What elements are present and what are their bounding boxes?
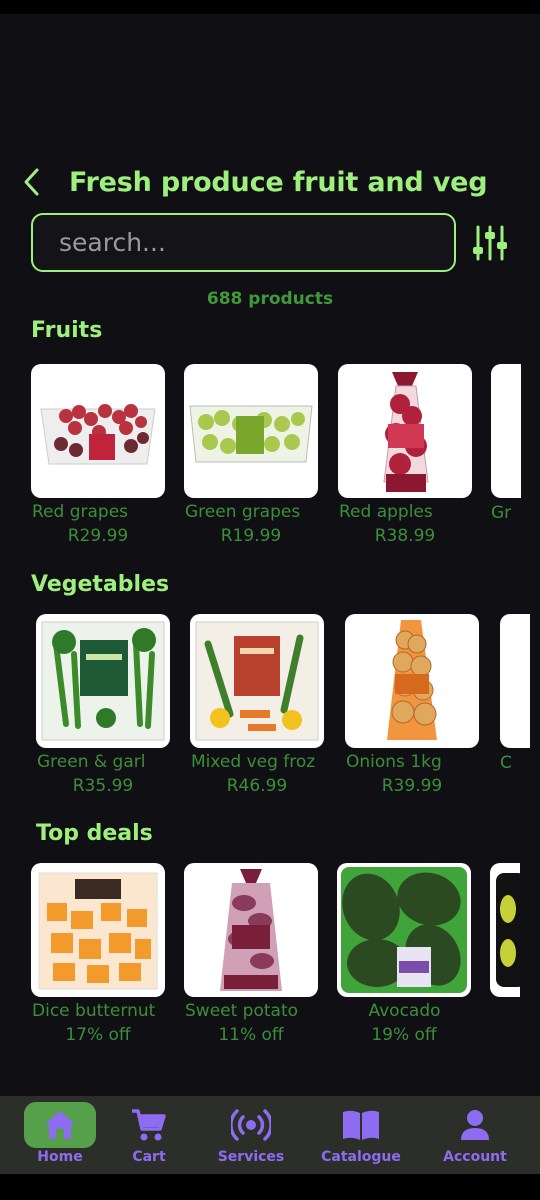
home-icon [45,1111,75,1139]
product-card-green-garlic[interactable]: Green & garl R35.99 [36,614,170,796]
product-card-avocado[interactable]: Avocado 19% off [337,863,471,1045]
cart-icon [132,1109,166,1141]
top-deals-row: Dice butternut 17% off Sweet potato 11% … [0,863,540,1063]
nav-label: Account [443,1149,507,1165]
product-name: Green grapes [185,502,301,522]
product-price: R46.99 [226,776,288,796]
product-name: Avocado [368,1001,441,1021]
product-card-partial[interactable] [491,364,521,498]
search-input[interactable] [33,215,454,270]
product-image [184,863,318,997]
back-icon[interactable] [22,167,44,197]
product-image [345,614,479,748]
product-name: Sweet potato [185,1001,299,1021]
product-price: R38.99 [374,526,436,546]
product-card-green-grapes[interactable]: Green grapes R19.99 [184,364,318,546]
section-title-top-deals: Top deals [36,821,153,846]
product-discount: 19% off [371,1025,437,1045]
nav-label: Home [37,1149,83,1165]
product-price: R29.99 [67,526,129,546]
product-card-partial[interactable] [490,863,520,997]
product-count: 688 products [206,289,334,309]
product-name: Red apples [339,502,433,522]
vegetables-row: Green & garl R35.99 Mixed veg froz R46.9… [0,614,540,814]
product-name: Mixed veg froz [191,752,316,772]
section-title-fruits: Fruits [31,318,103,343]
product-name: Green & garl [37,752,146,772]
nav-label: Cart [132,1149,166,1165]
app-screen: Fresh produce fruit and veg 688 products… [0,14,540,1174]
nav-catalogue[interactable]: Catalogue [311,1096,411,1174]
product-card-red-grapes[interactable]: Red grapes R29.99 [31,364,165,546]
product-name-partial: Gr [491,503,512,523]
product-name: Red grapes [32,502,129,522]
product-name: Onions 1kg [346,752,442,772]
page-header: Fresh produce fruit and veg [22,164,530,200]
account-icon [461,1110,489,1140]
nav-cart[interactable]: Cart [99,1096,199,1174]
product-card-red-apples[interactable]: Red apples R38.99 [338,364,472,546]
page-title: Fresh produce fruit and veg [69,166,488,198]
nav-label: Services [217,1149,285,1165]
fruits-row: Red grapes R29.99 Green grapes R19.99 Re… [0,364,540,564]
product-name: Dice butternut [32,1001,156,1021]
product-image [337,863,471,997]
section-title-vegetables: Vegetables [31,572,170,597]
catalogue-icon [343,1110,379,1140]
nav-home-highlight [24,1102,96,1148]
product-card-mixed-veg[interactable]: Mixed veg froz R46.99 [190,614,324,796]
product-card-onions[interactable]: Onions 1kg R39.99 [345,614,479,796]
nav-home[interactable]: Home [10,1096,110,1174]
product-image [338,364,472,498]
product-card-dice-butternut[interactable]: Dice butternut 17% off [31,863,165,1045]
services-icon [231,1109,271,1141]
product-price: R19.99 [220,526,282,546]
product-image [31,364,165,498]
filter-sliders-icon[interactable] [472,223,508,263]
nav-label: Catalogue [321,1149,401,1165]
product-image [36,614,170,748]
product-card-sweet-potato[interactable]: Sweet potato 11% off [184,863,318,1045]
nav-services[interactable]: Services [201,1096,301,1174]
product-image [190,614,324,748]
product-discount: 17% off [65,1025,131,1045]
product-name-partial: C [500,753,512,773]
nav-account[interactable]: Account [425,1096,525,1174]
search-box[interactable] [31,213,456,272]
product-price: R39.99 [381,776,443,796]
bottom-nav: Home Cart Services Catalogue Account [0,1096,540,1174]
product-image [31,863,165,997]
product-card-partial[interactable] [500,614,530,748]
product-discount: 11% off [218,1025,284,1045]
product-price: R35.99 [72,776,134,796]
product-image [184,364,318,498]
